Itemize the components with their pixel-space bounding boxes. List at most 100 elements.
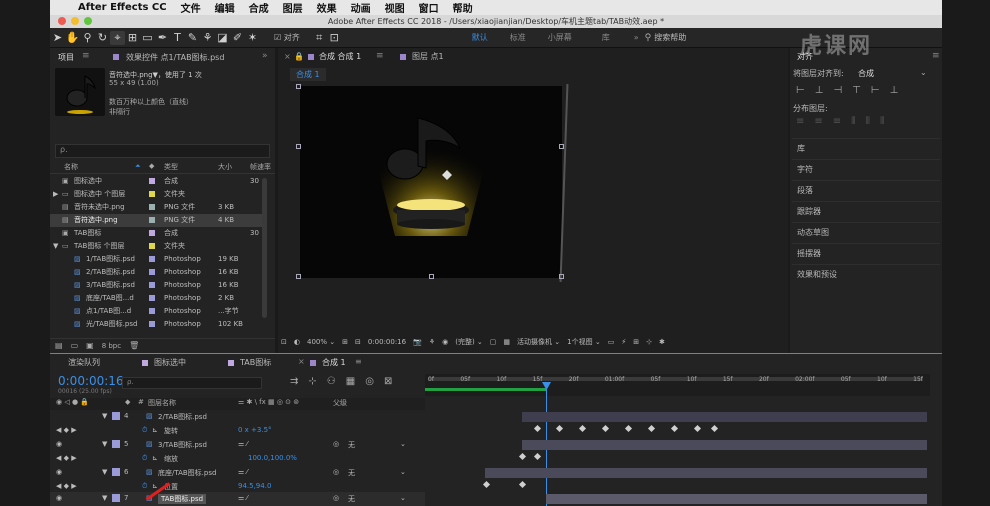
comp-close-icon[interactable]: × <box>284 52 291 61</box>
exposure-icon[interactable]: ✱ <box>659 338 665 346</box>
panel-paragraph[interactable]: 段落 <box>792 180 940 200</box>
hand-tool-icon[interactable]: ✋ <box>65 31 80 44</box>
channel-icon[interactable]: ◉ <box>442 338 448 346</box>
workspace-standard[interactable]: 标准 <box>510 32 526 43</box>
disclosure-right-icon[interactable]: ▶ <box>53 188 58 201</box>
region-icon[interactable]: ▢ <box>490 338 497 346</box>
keyframe[interactable] <box>693 424 702 433</box>
panel-overflow-icon[interactable]: » <box>262 51 268 61</box>
pickwhip-icon[interactable]: ◎ <box>333 440 339 448</box>
tab-composition[interactable]: 合成 合成 1 <box>319 49 361 65</box>
label-tag-icon[interactable]: ◆ <box>149 162 154 170</box>
tab-project[interactable]: 项目 <box>58 50 74 66</box>
search-help-label[interactable]: 搜索帮助 <box>654 32 686 43</box>
tab-effect-controls[interactable]: 效果控件 点1/TAB图标.psd <box>126 50 224 66</box>
keyframe[interactable] <box>624 424 633 433</box>
timeline-timecode[interactable]: 0:00:00:16 <box>58 374 124 388</box>
label-color[interactable] <box>149 243 155 249</box>
label-color[interactable] <box>149 178 155 184</box>
layer-switches-icon[interactable]: ⚌ ⁄ <box>238 494 248 502</box>
tab-layer[interactable]: 图层 点1 <box>412 49 444 65</box>
chevron-down-icon[interactable]: ⌄ <box>400 494 406 502</box>
label-color[interactable] <box>149 204 155 210</box>
col-name[interactable]: 名称 <box>64 162 78 172</box>
tab-render-queue[interactable]: 渲染队列 <box>68 357 100 368</box>
transform-handle[interactable] <box>296 84 301 89</box>
minimize-window-button[interactable] <box>71 17 79 25</box>
camera-tool-icon[interactable]: ⌖ <box>110 30 125 45</box>
new-folder-icon[interactable]: ▭ <box>71 341 79 350</box>
comp-breadcrumb[interactable]: 合成 1 <box>290 68 326 81</box>
timeline-link-icon[interactable]: ⊞ <box>633 338 639 346</box>
draft-3d-icon[interactable]: ⊹ <box>308 376 316 387</box>
search-help-icon[interactable]: ⚲ <box>645 33 652 43</box>
align-checkbox[interactable]: ☑ 对齐 <box>274 32 300 43</box>
menu-app-name[interactable]: After Effects CC <box>78 2 167 13</box>
roto-tool-icon[interactable]: ✐ <box>230 31 245 44</box>
list-item-selected[interactable]: ▤ 音符选中.png PNG 文件 4 KB <box>50 214 262 227</box>
keyframe[interactable] <box>533 452 542 461</box>
keyframe-nav-icon[interactable]: ◀ ◆ ▶ <box>56 454 77 462</box>
safe-zones-icon[interactable]: ⊞ <box>342 338 348 346</box>
property-row[interactable]: ◀ ◆ ▶ ⏱ ⊾ 旋转 0 x +3.5° <box>50 424 425 438</box>
label-color[interactable] <box>149 191 155 197</box>
menu-edit[interactable]: 编辑 <box>215 0 235 15</box>
layer-switches-icon[interactable]: ⚌ ⁄ <box>238 468 248 476</box>
project-scrollbar[interactable] <box>262 178 267 318</box>
show-snapshot-icon[interactable]: ⚘ <box>429 338 435 346</box>
menu-window[interactable]: 窗口 <box>419 0 439 15</box>
sort-ascending-icon[interactable]: ⏶ <box>135 162 141 171</box>
keyframe-nav-icon[interactable]: ◀ ◆ ▶ <box>56 426 77 434</box>
motion-blur-icon[interactable]: ◎ <box>365 376 374 387</box>
label-color[interactable] <box>149 230 155 236</box>
keyframe[interactable] <box>578 424 587 433</box>
viewer-timecode[interactable]: 0:00:00:16 <box>368 338 406 346</box>
distribute-top-icon[interactable]: ≡ <box>796 116 804 127</box>
camera-dropdown[interactable]: 活动摄像机 ⌄ <box>517 337 560 347</box>
label-color[interactable] <box>149 217 155 223</box>
snapshot-icon[interactable]: 📷 <box>413 338 422 346</box>
pickwhip-icon[interactable]: ◎ <box>333 494 339 502</box>
visibility-icon[interactable]: ◉ <box>56 440 62 448</box>
stopwatch-icon[interactable]: ⏱ <box>142 482 147 491</box>
visibility-icon[interactable]: ◉ <box>56 494 62 502</box>
timeline-search-input[interactable]: ρ. <box>122 377 262 389</box>
distribute-hcenter-icon[interactable]: ⦀ <box>866 116 870 127</box>
align-right-icon[interactable]: ⊣ <box>833 85 842 96</box>
align-left-icon[interactable]: ⊢ <box>796 85 805 96</box>
align-panel-menu-icon[interactable]: ≡ <box>932 51 940 61</box>
parent-header[interactable]: 父级 <box>333 398 347 408</box>
transform-handle[interactable] <box>559 274 564 279</box>
new-comp-icon[interactable]: ▣ <box>86 341 94 350</box>
distribute-left-icon[interactable]: ⦀ <box>851 116 855 127</box>
keyframe[interactable] <box>482 480 491 489</box>
layer-duration-bar[interactable] <box>546 494 927 504</box>
workspace-more-icon[interactable]: » <box>634 33 639 42</box>
flowchart-icon[interactable]: ⊹ <box>646 338 652 346</box>
work-area-bar[interactable] <box>425 388 547 391</box>
bpc-label[interactable]: 8 bpc <box>102 342 121 350</box>
distribute-vcenter-icon[interactable]: ≡ <box>814 116 822 127</box>
align-bottom-icon[interactable]: ⊥ <box>890 85 899 96</box>
keyframe[interactable] <box>518 452 527 461</box>
grid-icon[interactable]: ⊟ <box>355 338 361 346</box>
layer-duration-bar[interactable] <box>485 468 927 478</box>
comp-lock-icon[interactable]: 🔒 <box>294 52 304 61</box>
rotate-tool-icon[interactable]: ↻ <box>95 31 110 44</box>
tab-icon-selected[interactable]: 图标选中 <box>154 357 186 368</box>
col-size[interactable]: 大小 <box>218 162 232 172</box>
transparency-grid-icon[interactable]: ▦ <box>503 338 510 346</box>
views-dropdown[interactable]: 1个视图 ⌄ <box>567 337 601 347</box>
panel-wiggler[interactable]: 摇摆器 <box>792 243 940 263</box>
keyframe[interactable] <box>533 424 542 433</box>
zoom-dropdown[interactable]: 400% ⌄ <box>307 338 335 346</box>
chevron-down-icon[interactable]: ⌄ <box>400 440 406 448</box>
mask-icon[interactable]: ◐ <box>294 338 300 346</box>
layer-row[interactable]: ◉ ▼ 6 ▨ 底座/TAB图标.psd ⚌ ⁄ ◎ 无 ⌄ <box>50 466 425 480</box>
tab-comp1[interactable]: 合成 1 <box>322 357 346 368</box>
distribute-right-icon[interactable]: ⦀ <box>880 116 884 127</box>
menu-composition[interactable]: 合成 <box>249 0 269 15</box>
align-vcenter-icon[interactable]: ⊢ <box>871 85 880 96</box>
transform-handle[interactable] <box>559 144 564 149</box>
layer-name-header[interactable]: 图层名称 <box>148 398 176 408</box>
